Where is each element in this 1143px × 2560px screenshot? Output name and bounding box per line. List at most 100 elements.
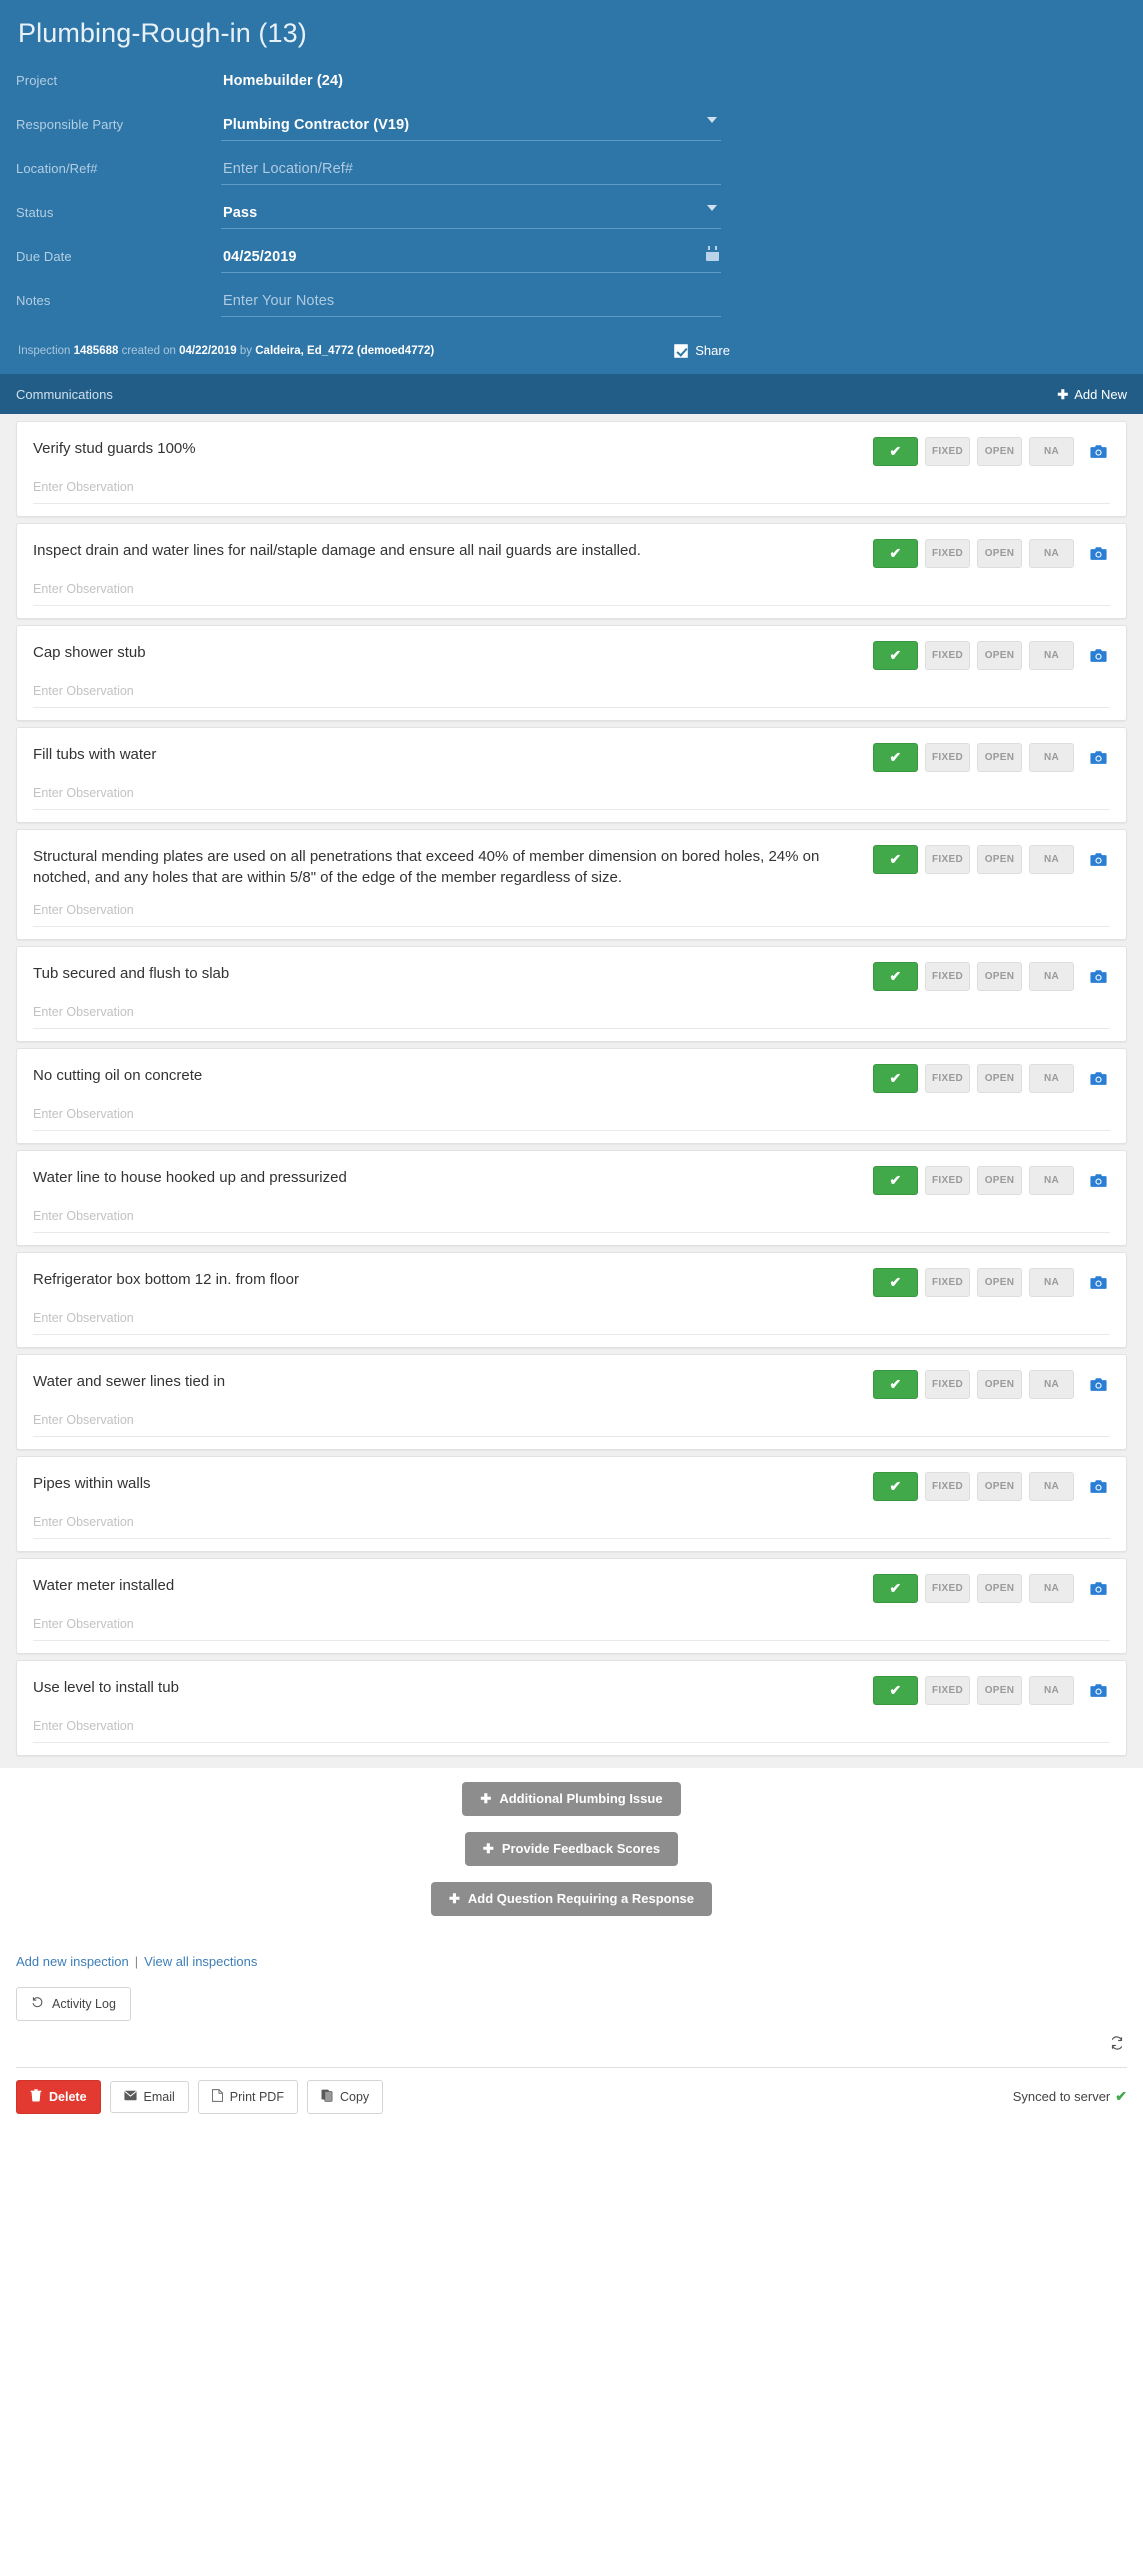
camera-icon[interactable] (1086, 1575, 1110, 1601)
add-question-requiring-response-button[interactable]: ✚ Add Question Requiring a Response (431, 1881, 712, 1916)
observation-input[interactable]: Enter Observation (33, 1209, 1110, 1233)
pass-button[interactable]: ✔ (873, 961, 918, 991)
observation-input[interactable]: Enter Observation (33, 1515, 1110, 1539)
open-button[interactable]: OPEN (977, 743, 1022, 772)
fixed-button[interactable]: FIXED (925, 1675, 970, 1705)
field-responsible-party[interactable]: Plumbing Contractor (V19) (221, 107, 721, 141)
camera-icon[interactable] (1086, 643, 1110, 669)
na-button[interactable]: NA (1029, 1573, 1074, 1603)
location-ref-input[interactable]: Enter Location/Ref# (221, 157, 721, 184)
pass-button[interactable]: ✔ (873, 1573, 918, 1603)
observation-input[interactable]: Enter Observation (33, 786, 1110, 810)
open-button[interactable]: OPEN (977, 1063, 1022, 1093)
fixed-button[interactable]: FIXED (925, 961, 970, 991)
open-button[interactable]: OPEN (977, 437, 1022, 466)
pass-button[interactable]: ✔ (873, 641, 918, 670)
share-checkbox-group[interactable]: Share (674, 343, 730, 358)
fixed-button[interactable]: FIXED (925, 1267, 970, 1297)
responsible-party-value[interactable]: Plumbing Contractor (V19) (221, 113, 721, 140)
status-value[interactable]: Pass (221, 201, 721, 228)
camera-icon[interactable] (1086, 847, 1110, 873)
share-checkbox[interactable] (674, 343, 689, 358)
pass-button[interactable]: ✔ (873, 1471, 918, 1501)
open-button[interactable]: OPEN (977, 539, 1022, 568)
field-location-ref[interactable]: Enter Location/Ref# (221, 151, 721, 185)
fixed-button[interactable]: FIXED (925, 1471, 970, 1501)
observation-input[interactable]: Enter Observation (33, 1311, 1110, 1335)
add-new-communication-button[interactable]: ✚ Add New (1057, 387, 1127, 402)
na-button[interactable]: NA (1029, 1471, 1074, 1501)
na-button[interactable]: NA (1029, 1369, 1074, 1399)
camera-icon[interactable] (1086, 1167, 1110, 1193)
calendar-icon[interactable] (706, 246, 719, 261)
observation-input[interactable]: Enter Observation (33, 582, 1110, 606)
na-button[interactable]: NA (1029, 437, 1074, 466)
fixed-button[interactable]: FIXED (925, 1063, 970, 1093)
observation-input[interactable]: Enter Observation (33, 684, 1110, 708)
chevron-down-icon[interactable] (707, 117, 717, 123)
na-button[interactable]: NA (1029, 1267, 1074, 1297)
refresh-icon[interactable] (1109, 2035, 1125, 2055)
fixed-button[interactable]: FIXED (925, 845, 970, 874)
field-due-date[interactable]: 04/25/2019 (221, 239, 721, 273)
fixed-button[interactable]: FIXED (925, 1573, 970, 1603)
pass-button[interactable]: ✔ (873, 539, 918, 568)
open-button[interactable]: OPEN (977, 641, 1022, 670)
observation-input[interactable]: Enter Observation (33, 1413, 1110, 1437)
pass-button[interactable]: ✔ (873, 1063, 918, 1093)
add-new-inspection-link[interactable]: Add new inspection (16, 1954, 129, 1969)
na-button[interactable]: NA (1029, 845, 1074, 874)
open-button[interactable]: OPEN (977, 1471, 1022, 1501)
camera-icon[interactable] (1086, 1677, 1110, 1703)
camera-icon[interactable] (1086, 963, 1110, 989)
fixed-button[interactable]: FIXED (925, 743, 970, 772)
pass-button[interactable]: ✔ (873, 437, 918, 466)
na-button[interactable]: NA (1029, 1063, 1074, 1093)
print-pdf-button[interactable]: Print PDF (197, 2079, 298, 2114)
camera-icon[interactable] (1086, 439, 1110, 465)
open-button[interactable]: OPEN (977, 1267, 1022, 1297)
observation-input[interactable]: Enter Observation (33, 1005, 1110, 1029)
copy-button[interactable]: Copy (306, 2079, 384, 2114)
field-notes[interactable]: Enter Your Notes (221, 283, 721, 317)
camera-icon[interactable] (1086, 1473, 1110, 1499)
observation-input[interactable]: Enter Observation (33, 903, 1110, 927)
due-date-value[interactable]: 04/25/2019 (221, 245, 721, 272)
pass-button[interactable]: ✔ (873, 1675, 918, 1705)
na-button[interactable]: NA (1029, 539, 1074, 568)
observation-input[interactable]: Enter Observation (33, 1107, 1110, 1131)
observation-input[interactable]: Enter Observation (33, 1617, 1110, 1641)
open-button[interactable]: OPEN (977, 1165, 1022, 1195)
fixed-button[interactable]: FIXED (925, 641, 970, 670)
camera-icon[interactable] (1086, 541, 1110, 567)
additional-plumbing-issue-button[interactable]: ✚ Additional Plumbing Issue (462, 1781, 681, 1816)
fixed-button[interactable]: FIXED (925, 1165, 970, 1195)
fixed-button[interactable]: FIXED (925, 437, 970, 466)
delete-button[interactable]: Delete (16, 2079, 101, 2114)
pass-button[interactable]: ✔ (873, 1165, 918, 1195)
email-button[interactable]: Email (109, 2080, 189, 2113)
open-button[interactable]: OPEN (977, 961, 1022, 991)
provide-feedback-scores-button[interactable]: ✚ Provide Feedback Scores (464, 1831, 679, 1866)
observation-input[interactable]: Enter Observation (33, 1719, 1110, 1743)
camera-icon[interactable] (1086, 1065, 1110, 1091)
notes-input[interactable]: Enter Your Notes (221, 289, 721, 316)
view-all-inspections-link[interactable]: View all inspections (144, 1954, 257, 1969)
open-button[interactable]: OPEN (977, 1369, 1022, 1399)
activity-log-button[interactable]: Activity Log (16, 1986, 131, 2021)
chevron-down-icon[interactable] (707, 205, 717, 211)
camera-icon[interactable] (1086, 1269, 1110, 1295)
pass-button[interactable]: ✔ (873, 1369, 918, 1399)
open-button[interactable]: OPEN (977, 845, 1022, 874)
open-button[interactable]: OPEN (977, 1573, 1022, 1603)
pass-button[interactable]: ✔ (873, 1267, 918, 1297)
fixed-button[interactable]: FIXED (925, 539, 970, 568)
na-button[interactable]: NA (1029, 641, 1074, 670)
fixed-button[interactable]: FIXED (925, 1369, 970, 1399)
pass-button[interactable]: ✔ (873, 743, 918, 772)
observation-input[interactable]: Enter Observation (33, 480, 1110, 504)
na-button[interactable]: NA (1029, 1675, 1074, 1705)
camera-icon[interactable] (1086, 1371, 1110, 1397)
na-button[interactable]: NA (1029, 961, 1074, 991)
na-button[interactable]: NA (1029, 1165, 1074, 1195)
